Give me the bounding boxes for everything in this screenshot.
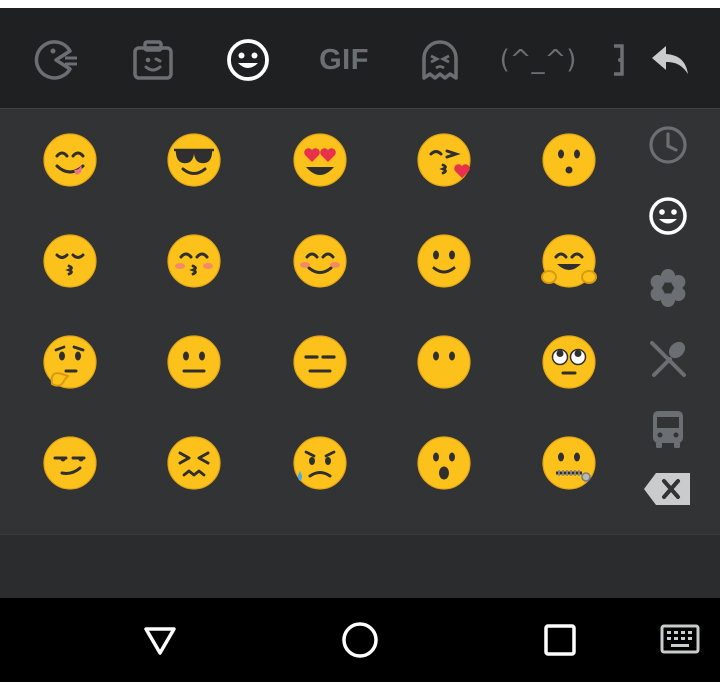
status-strip [0,0,720,8]
emoji-key[interactable] [166,233,222,289]
pacman-sticker-icon[interactable] [32,36,80,84]
emoji-panel [0,108,720,535]
emoji-key[interactable] [416,233,472,289]
smiley-icon[interactable] [224,36,272,84]
travel-bus-icon[interactable] [640,401,696,457]
emoji-key[interactable] [292,132,348,188]
emoji-key[interactable] [166,435,222,491]
selfie-sticker-icon[interactable] [129,36,177,84]
reply-arrow-icon[interactable] [646,36,694,84]
emoji-key[interactable] [292,233,348,289]
emoji-key[interactable] [416,334,472,390]
backspace-icon[interactable] [640,461,696,517]
back-triangle-icon[interactable] [136,616,184,664]
emoji-keyboard-toolbar: GIF (^_^) [0,8,720,108]
emoji-key[interactable] [292,435,348,491]
keyboard-lower-bar [0,534,720,599]
emoji-key[interactable] [541,132,597,188]
emoji-key[interactable] [416,132,472,188]
kaomoji-tab-label: (^_^) [499,45,577,75]
ghost-sticker-icon[interactable] [416,36,464,84]
emoji-key[interactable] [292,334,348,390]
emoji-key[interactable] [166,132,222,188]
system-navigation-bar [0,598,720,682]
gif-tab-label: GIF [319,43,369,76]
emoji-key[interactable] [42,233,98,289]
nature-flower-icon[interactable] [640,260,696,316]
emoji-key[interactable] [541,334,597,390]
emoji-key[interactable] [166,334,222,390]
emoji-key[interactable] [416,435,472,491]
emoji-key[interactable] [541,233,597,289]
emoji-key[interactable] [42,132,98,188]
recent-clock-icon[interactable] [640,117,696,173]
home-circle-icon[interactable] [336,616,384,664]
keyboard-icon[interactable] [656,616,704,664]
emoji-key[interactable] [42,334,98,390]
food-utensils-icon[interactable] [640,331,696,387]
gif-tab[interactable]: GIF [316,36,372,84]
recents-square-icon[interactable] [536,616,584,664]
emoji-key[interactable] [541,435,597,491]
smileys-icon[interactable] [640,188,696,244]
kaomoji-tab[interactable]: (^_^) [500,36,577,84]
emoji-key[interactable] [42,435,98,491]
emoji-grid [0,109,620,535]
overflow-tab-icon[interactable] [606,36,626,84]
